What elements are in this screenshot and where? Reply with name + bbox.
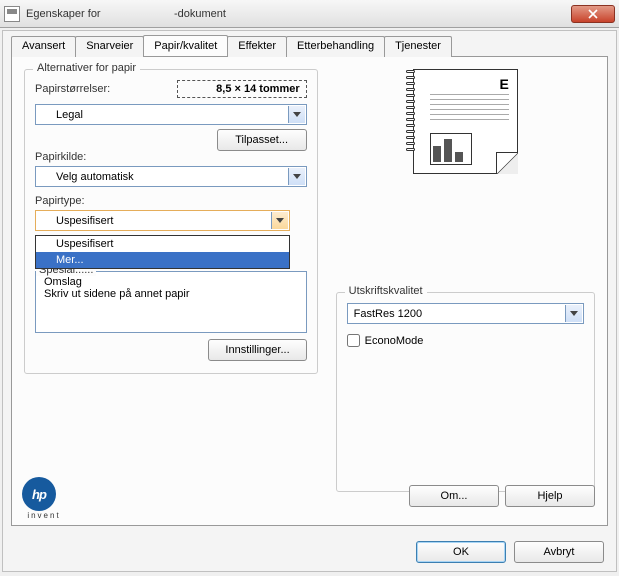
preview-letter-e: E — [499, 76, 508, 92]
title-prefix: Egenskaper for — [26, 8, 101, 20]
paper-type-selected: Uspesifisert — [56, 215, 113, 227]
paper-type-label: Papirtype: — [35, 195, 307, 207]
print-quality-group: Utskriftskvalitet FastRes 1200 EconoMode — [336, 292, 595, 492]
economode-input[interactable] — [347, 334, 360, 347]
paper-options-legend: Alternativer for papir — [33, 62, 140, 74]
tab-paper-quality[interactable]: Papir/kvalitet — [143, 35, 228, 56]
custom-size-button[interactable]: Tilpasset... — [217, 129, 307, 151]
list-item[interactable]: Skriv ut sidene på annet papir — [44, 288, 298, 300]
paper-type-dropdown: Uspesifisert Mer... — [35, 235, 290, 269]
page-curl-icon — [496, 152, 518, 174]
tab-effects[interactable]: Effekter — [227, 36, 287, 57]
special-pages-list[interactable]: Spesial...... Omslag Skriv ut sidene på … — [35, 271, 307, 333]
close-button[interactable] — [571, 5, 615, 23]
cancel-button[interactable]: Avbryt — [514, 541, 604, 563]
paper-size-selected: Legal — [56, 109, 83, 121]
chevron-down-icon — [565, 305, 582, 322]
spiral-binding-icon — [406, 70, 416, 173]
paper-size-readout: 8,5 × 14 tommer — [177, 80, 307, 98]
ok-button[interactable]: OK — [416, 541, 506, 563]
chevron-down-icon — [288, 106, 305, 123]
window-body: Avansert Snarveier Papir/kvalitet Effekt… — [2, 30, 617, 572]
help-button[interactable]: Hjelp — [505, 485, 595, 507]
paper-source-combo[interactable]: Velg automatisk — [35, 166, 307, 187]
close-icon — [588, 9, 598, 19]
hp-logo-mark: hp — [22, 477, 56, 511]
paper-source-selected: Velg automatisk — [56, 171, 134, 183]
tab-shortcuts[interactable]: Snarveier — [75, 36, 144, 57]
title-suffix: -dokument — [174, 8, 226, 20]
tab-finishing[interactable]: Etterbehandling — [286, 36, 385, 57]
economode-label: EconoMode — [365, 335, 424, 347]
list-item[interactable]: Omslag — [44, 276, 298, 288]
hp-logo: hp invent — [22, 477, 66, 517]
print-quality-selected: FastRes 1200 — [354, 308, 422, 320]
about-button[interactable]: Om... — [409, 485, 499, 507]
tab-services[interactable]: Tjenester — [384, 36, 452, 57]
tab-strip: Avansert Snarveier Papir/kvalitet Effekt… — [11, 36, 608, 57]
paper-options-group: Alternativer for papir Papirstørrelser: … — [24, 69, 318, 374]
title-blurred — [104, 8, 171, 20]
settings-button[interactable]: Innstillinger... — [208, 339, 306, 361]
print-quality-combo[interactable]: FastRes 1200 — [347, 303, 584, 324]
chevron-down-icon — [288, 168, 305, 185]
preview-chart-icon — [430, 133, 472, 165]
tab-advanced[interactable]: Avansert — [11, 36, 76, 57]
paper-source-label: Papirkilde: — [35, 151, 307, 163]
economode-checkbox[interactable]: EconoMode — [347, 334, 584, 347]
app-icon — [4, 6, 20, 22]
chevron-down-icon — [271, 212, 288, 229]
print-quality-legend: Utskriftskvalitet — [345, 285, 427, 297]
window-title: Egenskaper for -dokument — [26, 8, 571, 20]
paper-type-option-more[interactable]: Mer... — [36, 252, 289, 268]
title-bar: Egenskaper for -dokument — [0, 0, 619, 28]
hp-logo-sub: invent — [22, 511, 66, 520]
page-preview: E — [413, 69, 518, 174]
paper-size-combo[interactable]: Legal — [35, 104, 307, 125]
tab-panel: Alternativer for papir Papirstørrelser: … — [11, 56, 608, 526]
paper-type-option-unspecified[interactable]: Uspesifisert — [36, 236, 289, 252]
paper-sizes-label: Papirstørrelser: — [35, 83, 110, 95]
paper-type-combo[interactable]: Uspesifisert — [35, 210, 290, 231]
dialog-footer: OK Avbryt — [416, 541, 604, 563]
preview-text-lines — [430, 94, 509, 124]
